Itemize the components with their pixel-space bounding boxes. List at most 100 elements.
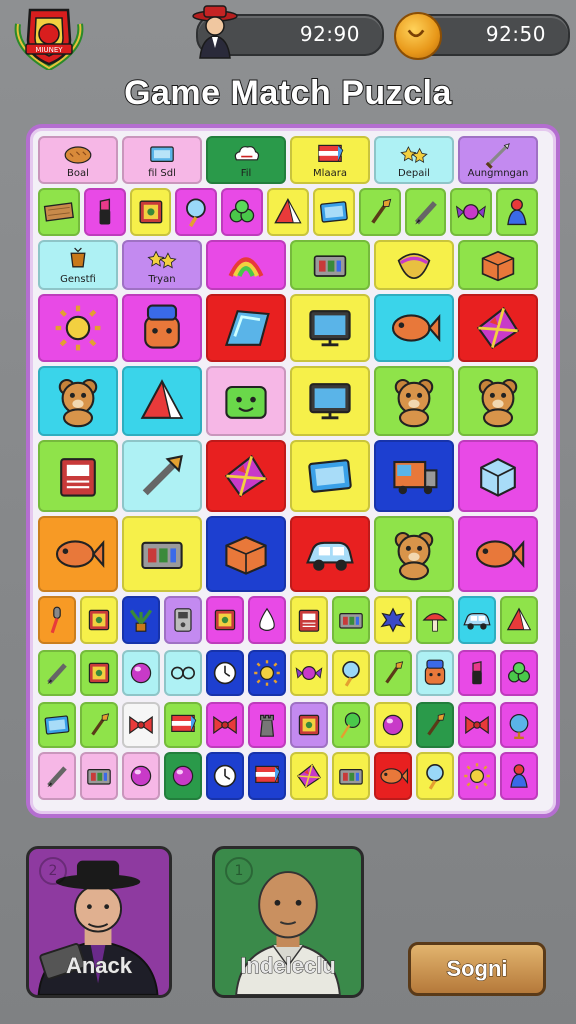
tile-kite[interactable] bbox=[290, 752, 328, 800]
tile-fish[interactable] bbox=[374, 752, 412, 800]
tile-ball[interactable] bbox=[122, 650, 160, 696]
tile-card[interactable] bbox=[206, 596, 244, 644]
tile-mushroom[interactable] bbox=[416, 596, 454, 644]
tile-clock[interactable] bbox=[206, 752, 244, 800]
tile-flag[interactable] bbox=[164, 702, 202, 748]
tile-chest[interactable] bbox=[290, 240, 370, 290]
tile-bow[interactable] bbox=[206, 702, 244, 748]
car-icon bbox=[463, 613, 491, 630]
tile-fish[interactable] bbox=[458, 516, 538, 592]
tile-bread[interactable]: Boal bbox=[38, 136, 118, 184]
tile-stars[interactable]: Tryan bbox=[122, 240, 202, 290]
tile-screen[interactable] bbox=[312, 188, 355, 236]
tile-kite[interactable] bbox=[458, 294, 538, 362]
tile-box[interactable] bbox=[206, 516, 286, 592]
tile-mirror[interactable] bbox=[175, 188, 218, 236]
tile-ball[interactable] bbox=[164, 752, 202, 800]
tile-face[interactable] bbox=[122, 294, 202, 362]
tile-pencil[interactable] bbox=[38, 752, 76, 800]
tile-bear[interactable] bbox=[38, 366, 118, 436]
tile-brush[interactable] bbox=[80, 702, 118, 748]
player-card-anack[interactable]: 2 Anack bbox=[26, 846, 172, 998]
tile-car[interactable] bbox=[458, 596, 496, 644]
tile-chest[interactable] bbox=[122, 516, 202, 592]
tile-brush[interactable] bbox=[416, 702, 454, 748]
tile-splat[interactable] bbox=[374, 596, 412, 644]
tile-candy[interactable] bbox=[450, 188, 493, 236]
tile-card[interactable] bbox=[290, 702, 328, 748]
tile-lipstick[interactable] bbox=[83, 188, 126, 236]
tile-sun[interactable] bbox=[248, 650, 286, 696]
tile-globe[interactable] bbox=[500, 702, 538, 748]
tile-clock[interactable] bbox=[206, 650, 244, 696]
tile-truck[interactable] bbox=[374, 440, 454, 512]
tile-sword[interactable]: Aungmngan bbox=[458, 136, 538, 184]
tile-card[interactable] bbox=[129, 188, 172, 236]
tile-tent[interactable] bbox=[267, 188, 309, 236]
tile-sun[interactable] bbox=[458, 752, 496, 800]
tile-card[interactable] bbox=[80, 650, 118, 696]
sogni-button[interactable]: Sogni bbox=[408, 942, 546, 996]
tile-ball[interactable] bbox=[374, 702, 412, 748]
tile-candy[interactable] bbox=[290, 650, 328, 696]
tile-chest[interactable] bbox=[332, 752, 370, 800]
tile-card[interactable] bbox=[80, 596, 118, 644]
tile-robot[interactable] bbox=[164, 596, 202, 644]
tile-cube[interactable] bbox=[458, 440, 538, 512]
tile-shell[interactable] bbox=[374, 240, 454, 290]
tile-arrow[interactable] bbox=[122, 440, 202, 512]
tile-figure[interactable] bbox=[496, 188, 538, 236]
tile-monitor[interactable] bbox=[290, 366, 370, 436]
tile-flag[interactable] bbox=[248, 752, 286, 800]
tile-bow[interactable] bbox=[122, 702, 160, 748]
tile-bear[interactable] bbox=[374, 366, 454, 436]
tile-lipstick[interactable] bbox=[458, 650, 496, 696]
tile-mic[interactable] bbox=[38, 596, 76, 644]
tile-leaf[interactable] bbox=[221, 188, 264, 236]
player-card-indeleclu[interactable]: 1 Indeleclu bbox=[212, 846, 364, 998]
tile-monitor[interactable] bbox=[290, 294, 370, 362]
tile-stars[interactable]: Depail bbox=[374, 136, 454, 184]
tile-figure[interactable] bbox=[500, 752, 538, 800]
tile-ball[interactable] bbox=[122, 752, 160, 800]
tile-tower[interactable] bbox=[248, 702, 286, 748]
tile-plant[interactable] bbox=[122, 596, 160, 644]
tile-bear[interactable] bbox=[458, 366, 538, 436]
chest-icon bbox=[313, 255, 347, 277]
tile-tent[interactable] bbox=[500, 596, 538, 644]
tile-face[interactable] bbox=[416, 650, 454, 696]
tile-glass[interactable] bbox=[206, 294, 286, 362]
tile-lollipop[interactable] bbox=[332, 702, 370, 748]
tile-tent[interactable] bbox=[122, 366, 202, 436]
tile-fish[interactable] bbox=[374, 294, 454, 362]
tile-bear[interactable] bbox=[374, 516, 454, 592]
tile-book[interactable] bbox=[290, 596, 328, 644]
tile-box[interactable] bbox=[458, 240, 538, 290]
tile-chest[interactable] bbox=[332, 596, 370, 644]
tile-screen[interactable] bbox=[38, 702, 76, 748]
tile-rainbow[interactable] bbox=[206, 240, 286, 290]
tile-brush[interactable] bbox=[358, 188, 401, 236]
tile-cloud[interactable]: Fil bbox=[206, 136, 286, 184]
tile-car[interactable] bbox=[290, 516, 370, 592]
tile-screen[interactable] bbox=[290, 440, 370, 512]
tile-chest[interactable] bbox=[80, 752, 118, 800]
tile-mirror[interactable] bbox=[416, 752, 454, 800]
tile-sun[interactable] bbox=[38, 294, 118, 362]
tile-plank[interactable] bbox=[38, 188, 80, 236]
tile-glasses[interactable] bbox=[164, 650, 202, 696]
tile-cat[interactable] bbox=[206, 366, 286, 436]
tile-drop[interactable] bbox=[248, 596, 286, 644]
tile-book[interactable] bbox=[38, 440, 118, 512]
tile-bow[interactable] bbox=[458, 702, 496, 748]
tile-flag[interactable]: Mlaara bbox=[290, 136, 370, 184]
tile-mirror[interactable] bbox=[332, 650, 370, 696]
tile-cup[interactable]: Genstfi bbox=[38, 240, 118, 290]
tile-tablet[interactable]: fil Sdl bbox=[122, 136, 202, 184]
tile-kite[interactable] bbox=[206, 440, 286, 512]
tile-brush[interactable] bbox=[374, 650, 412, 696]
tile-fish[interactable] bbox=[38, 516, 118, 592]
tile-pencil[interactable] bbox=[404, 188, 447, 236]
tile-pencil[interactable] bbox=[38, 650, 76, 696]
tile-leaf[interactable] bbox=[500, 650, 538, 696]
